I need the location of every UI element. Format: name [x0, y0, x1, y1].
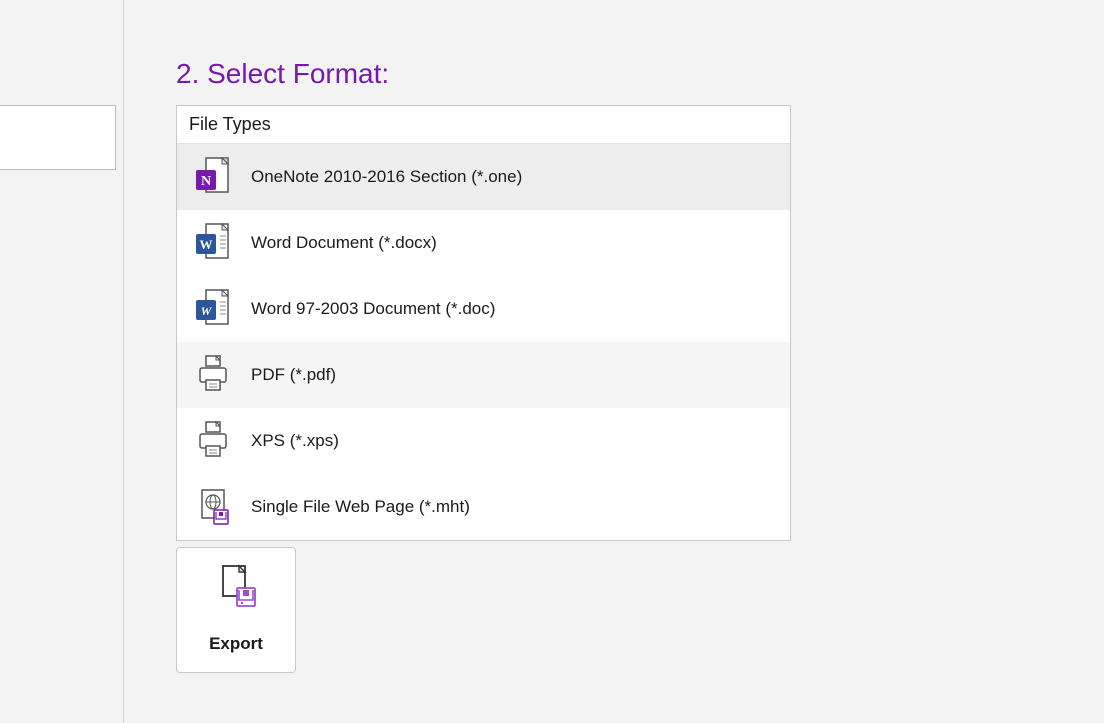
file-type-label: Word 97-2003 Document (*.doc) [251, 299, 495, 319]
mht-web-icon [187, 486, 239, 528]
export-icon [215, 564, 257, 615]
svg-text:W: W [201, 304, 213, 318]
word-doc-icon: W [187, 288, 239, 330]
file-type-doc[interactable]: W Word 97-2003 Document (*.doc) [177, 276, 790, 342]
export-button-label: Export [209, 634, 263, 654]
file-type-label: Word Document (*.docx) [251, 233, 437, 253]
section-heading: 2. Select Format: [176, 58, 389, 90]
pdf-printer-icon [187, 354, 239, 396]
left-panel-button[interactable] [0, 105, 116, 170]
file-type-label: XPS (*.xps) [251, 431, 339, 451]
file-types-panel: File Types N OneNote 2010-2016 Section (… [176, 105, 791, 541]
onenote-icon: N [187, 156, 239, 198]
file-type-label: Single File Web Page (*.mht) [251, 497, 470, 517]
file-type-pdf[interactable]: PDF (*.pdf) [177, 342, 790, 408]
file-type-onenote[interactable]: N OneNote 2010-2016 Section (*.one) [177, 144, 790, 210]
file-type-label: OneNote 2010-2016 Section (*.one) [251, 167, 522, 187]
file-type-docx[interactable]: W Word Document (*.docx) [177, 210, 790, 276]
xps-printer-icon [187, 420, 239, 462]
export-button[interactable]: Export [176, 547, 296, 673]
file-type-mht[interactable]: Single File Web Page (*.mht) [177, 474, 790, 540]
svg-text:W: W [200, 237, 213, 252]
svg-text:N: N [201, 174, 211, 189]
panel-header: File Types [177, 106, 790, 144]
word-docx-icon: W [187, 222, 239, 264]
file-type-xps[interactable]: XPS (*.xps) [177, 408, 790, 474]
file-type-label: PDF (*.pdf) [251, 365, 336, 385]
divider [123, 0, 124, 723]
